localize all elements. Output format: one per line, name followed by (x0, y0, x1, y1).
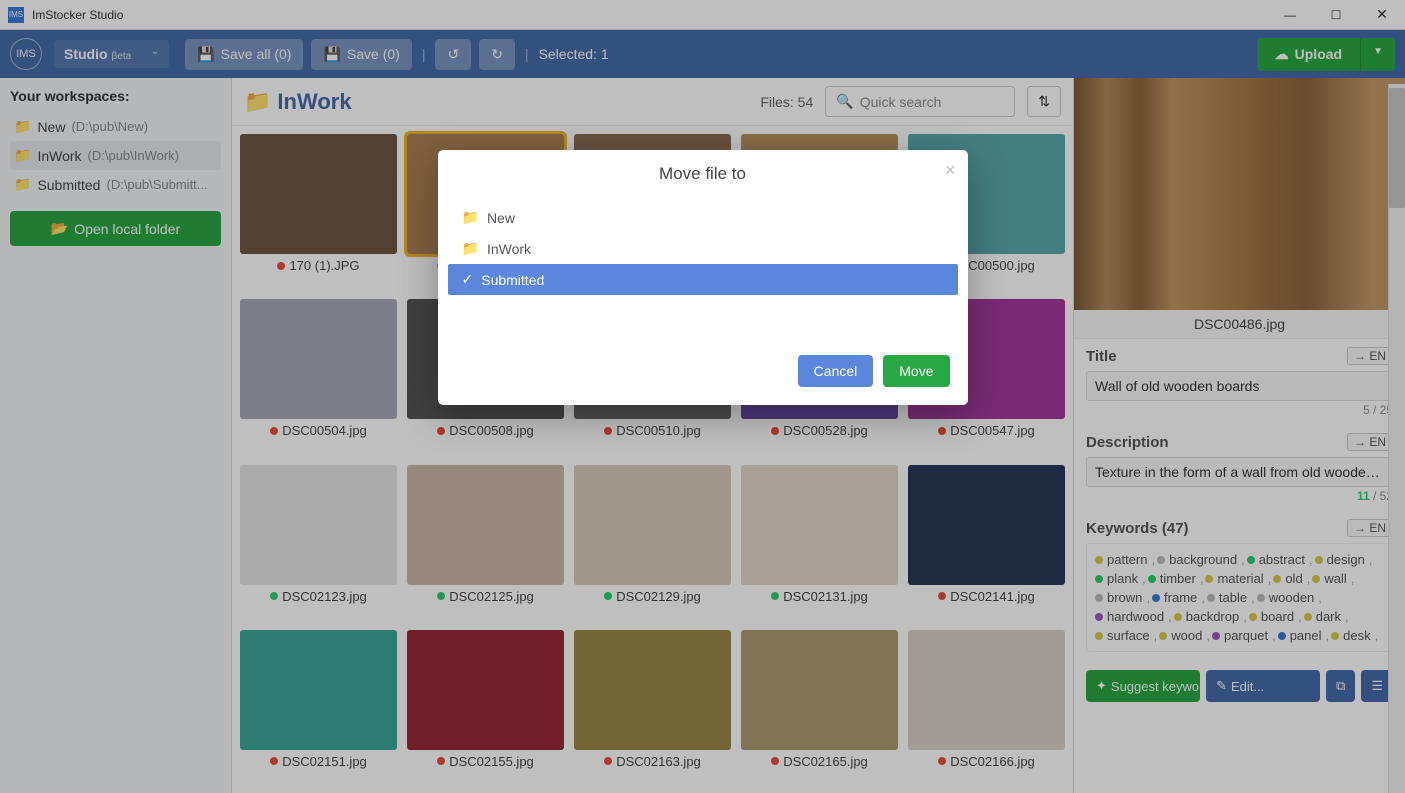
modal-title: Move file to (659, 164, 746, 183)
modal-folder-list: 📁New📁InWork✓Submitted (448, 202, 958, 295)
folder-icon: 📁 (462, 240, 479, 257)
modal-folder-option[interactable]: 📁New (448, 202, 958, 233)
cancel-button[interactable]: Cancel (798, 355, 874, 387)
modal-overlay: Move file to × 📁New📁InWork✓Submitted Can… (0, 0, 1405, 793)
folder-icon: 📁 (462, 209, 479, 226)
check-icon: ✓ (462, 271, 474, 288)
modal-close-button[interactable]: × (945, 160, 956, 181)
modal-folder-option[interactable]: 📁InWork (448, 233, 958, 264)
move-button[interactable]: Move (883, 355, 949, 387)
move-file-modal: Move file to × 📁New📁InWork✓Submitted Can… (438, 150, 968, 405)
modal-folder-option[interactable]: ✓Submitted (448, 264, 958, 295)
